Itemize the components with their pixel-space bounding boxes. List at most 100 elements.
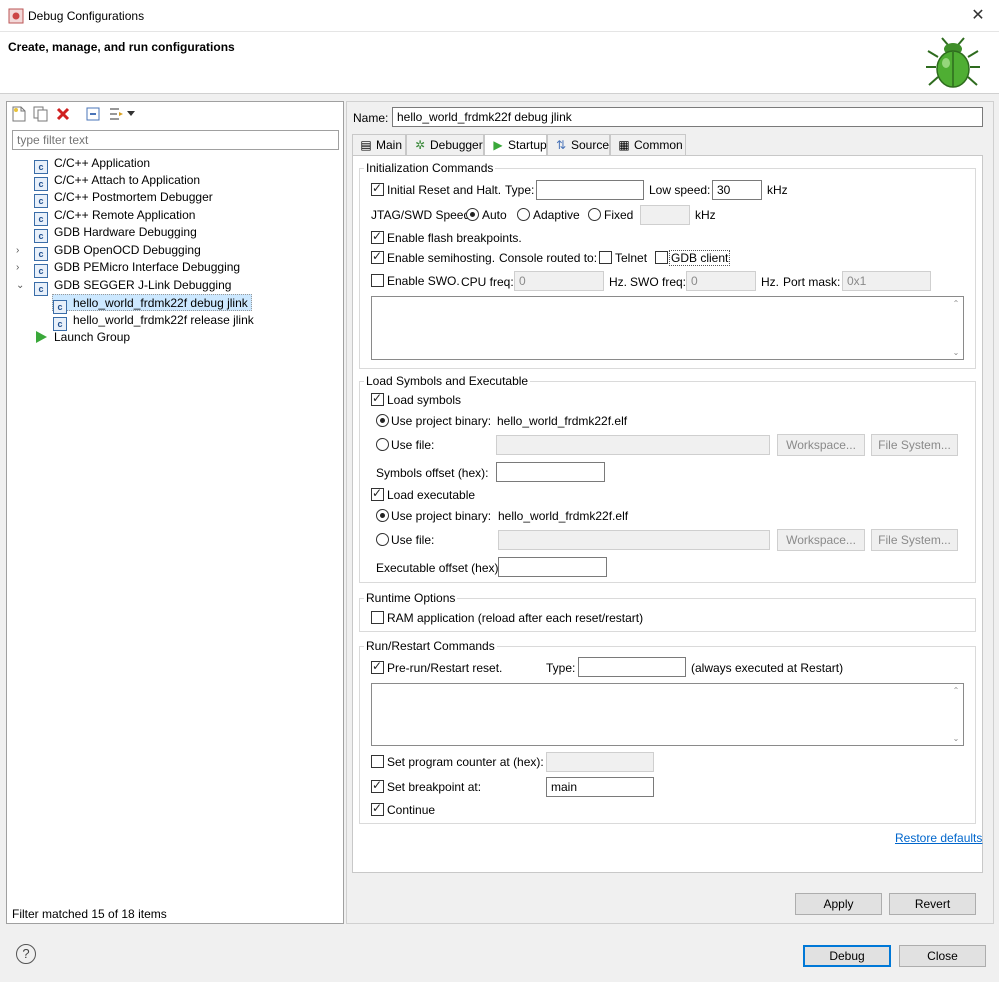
- banner-title: Create, manage, and run configurations: [8, 40, 235, 54]
- run-restart-title: Run/Restart Commands: [364, 639, 497, 653]
- debugger-tab-icon: ✲: [414, 138, 426, 152]
- debug-app-icon: [8, 8, 24, 24]
- run-commands-textarea[interactable]: ⌃ ⌄: [371, 683, 964, 746]
- help-icon[interactable]: ?: [16, 944, 36, 964]
- title-bar: [0, 0, 999, 32]
- filter-menu-chevron-down-icon[interactable]: [126, 105, 136, 123]
- initial-reset-checkbox[interactable]: [371, 181, 384, 196]
- exec-project-binary-radio[interactable]: [376, 509, 389, 522]
- port-mask-input[interactable]: 0x1: [842, 271, 931, 291]
- new-configuration-icon[interactable]: [10, 105, 28, 123]
- ram-application-checkbox[interactable]: [371, 611, 384, 624]
- exec-use-file-radio[interactable]: [376, 533, 389, 546]
- window-close-icon[interactable]: ✕: [966, 6, 990, 26]
- tree-item-debug-jlink[interactable]: c hello_world_frdmk22f debug jlink: [52, 294, 252, 314]
- symbols-use-file-radio[interactable]: [376, 438, 389, 451]
- fixed-speed-input[interactable]: [640, 205, 690, 225]
- window-title: Debug Configurations: [28, 9, 145, 23]
- flash-breakpoints-label: Enable flash breakpoints.: [387, 231, 522, 245]
- speed-adaptive-radio[interactable]: [517, 208, 530, 221]
- debug-button[interactable]: Debug: [803, 945, 891, 967]
- expand-chevron-icon[interactable]: ›: [16, 259, 26, 276]
- startup-tab-icon: ▶: [493, 138, 503, 152]
- symbols-offset-input[interactable]: [496, 462, 605, 482]
- exec-offset-label: Executable offset (hex):: [376, 561, 502, 575]
- set-pc-input[interactable]: [546, 752, 654, 772]
- c-config-icon: c: [34, 282, 48, 296]
- scroll-down-icon[interactable]: ⌄: [951, 348, 961, 357]
- reset-type-input[interactable]: [536, 180, 644, 200]
- delete-icon[interactable]: [54, 105, 72, 123]
- speed-fixed-label: Fixed: [604, 208, 634, 222]
- revert-button[interactable]: Revert: [889, 893, 976, 915]
- restore-defaults-link[interactable]: Restore defaults: [895, 831, 982, 845]
- low-speed-label: Low speed:: [649, 183, 711, 197]
- tab-debugger[interactable]: ✲ Debugger: [406, 134, 484, 156]
- init-commands-textarea[interactable]: ⌃ ⌄: [371, 296, 964, 360]
- tree-item-gdb-hardware[interactable]: c GDB Hardware Debugging: [34, 224, 197, 243]
- scroll-up-icon[interactable]: ⌃: [951, 299, 961, 308]
- symbols-file-system-button[interactable]: File System...: [871, 434, 958, 456]
- scroll-down-icon[interactable]: ⌄: [951, 734, 961, 743]
- pre-run-reset-checkbox[interactable]: [371, 659, 384, 674]
- collapse-chevron-icon[interactable]: ⌄: [16, 277, 26, 294]
- gdb-client-checkbox[interactable]: [655, 251, 668, 264]
- tab-main[interactable]: ▤ Main: [352, 134, 406, 156]
- configuration-name-input[interactable]: [392, 107, 983, 127]
- pre-run-reset-label: Pre-run/Restart reset.: [387, 661, 503, 675]
- console-routed-label: Console routed to:: [499, 251, 598, 265]
- low-speed-input[interactable]: 30: [712, 180, 762, 200]
- tree-item-cpp-postmortem[interactable]: c C/C++ Postmortem Debugger: [34, 189, 213, 208]
- swo-checkbox[interactable]: [371, 274, 384, 287]
- exec-file-input[interactable]: [498, 530, 770, 550]
- swo-freq-input[interactable]: 0: [686, 271, 756, 291]
- swo-freq-unit: Hz.: [761, 275, 779, 289]
- ram-application-label: RAM application (reload after each reset…: [387, 611, 644, 625]
- exec-workspace-button[interactable]: Workspace...: [777, 529, 865, 551]
- symbols-file-input[interactable]: [496, 435, 770, 455]
- name-label: Name:: [353, 111, 389, 125]
- tab-startup[interactable]: ▶ Startup: [484, 134, 547, 157]
- cpu-freq-input[interactable]: 0: [514, 271, 604, 291]
- semihosting-checkbox[interactable]: [371, 249, 384, 264]
- breakpoint-input[interactable]: main: [546, 777, 654, 797]
- load-symbols-label: Load symbols: [387, 393, 462, 407]
- semihosting-label: Enable semihosting.: [387, 251, 496, 265]
- close-button[interactable]: Close: [899, 945, 986, 967]
- expand-chevron-icon[interactable]: ›: [16, 242, 26, 259]
- scroll-up-icon[interactable]: ⌃: [951, 686, 961, 695]
- exec-offset-input[interactable]: [498, 557, 607, 577]
- filter-icon[interactable]: [108, 105, 126, 123]
- run-type-input[interactable]: [578, 657, 686, 677]
- exec-file-system-button[interactable]: File System...: [871, 529, 958, 551]
- tree-item-release-jlink[interactable]: c hello_world_frdmk22f release jlink: [53, 312, 254, 331]
- tree-item-cpp-application[interactable]: c C/C++ Application: [34, 155, 150, 174]
- tab-source[interactable]: ⇅ Source: [547, 134, 610, 156]
- tree-item-gdb-segger-jlink[interactable]: ⌄ c GDB SEGGER J-Link Debugging: [16, 277, 231, 296]
- cpu-freq-label: CPU freq:: [461, 275, 514, 289]
- speed-auto-radio[interactable]: [466, 208, 479, 221]
- set-breakpoint-checkbox[interactable]: [371, 778, 384, 793]
- symbols-workspace-button[interactable]: Workspace...: [777, 434, 865, 456]
- duplicate-icon[interactable]: [32, 105, 50, 123]
- tree-item-gdb-pemicro[interactable]: › c GDB PEMicro Interface Debugging: [16, 259, 240, 278]
- speed-fixed-radio[interactable]: [588, 208, 601, 221]
- tree-item-gdb-openocd[interactable]: › c GDB OpenOCD Debugging: [16, 242, 201, 261]
- load-executable-checkbox[interactable]: [371, 486, 384, 501]
- collapse-all-icon[interactable]: [84, 105, 102, 123]
- tab-common[interactable]: ▦ Common: [610, 134, 686, 156]
- tree-item-cpp-remote[interactable]: c C/C++ Remote Application: [34, 207, 195, 226]
- telnet-checkbox[interactable]: [599, 251, 612, 264]
- source-tab-icon: ⇅: [555, 138, 567, 152]
- tree-item-launch-group[interactable]: Launch Group: [34, 329, 130, 346]
- c-config-icon: c: [34, 194, 48, 208]
- fixed-speed-unit: kHz: [695, 208, 716, 222]
- continue-checkbox[interactable]: [371, 801, 384, 816]
- symbols-project-binary-radio[interactable]: [376, 414, 389, 427]
- tree-item-cpp-attach[interactable]: c C/C++ Attach to Application: [34, 172, 200, 191]
- filter-input[interactable]: [12, 130, 339, 150]
- load-symbols-checkbox[interactable]: [371, 391, 384, 406]
- apply-button[interactable]: Apply: [795, 893, 882, 915]
- flash-breakpoints-checkbox[interactable]: [371, 229, 384, 244]
- set-pc-checkbox[interactable]: [371, 755, 384, 768]
